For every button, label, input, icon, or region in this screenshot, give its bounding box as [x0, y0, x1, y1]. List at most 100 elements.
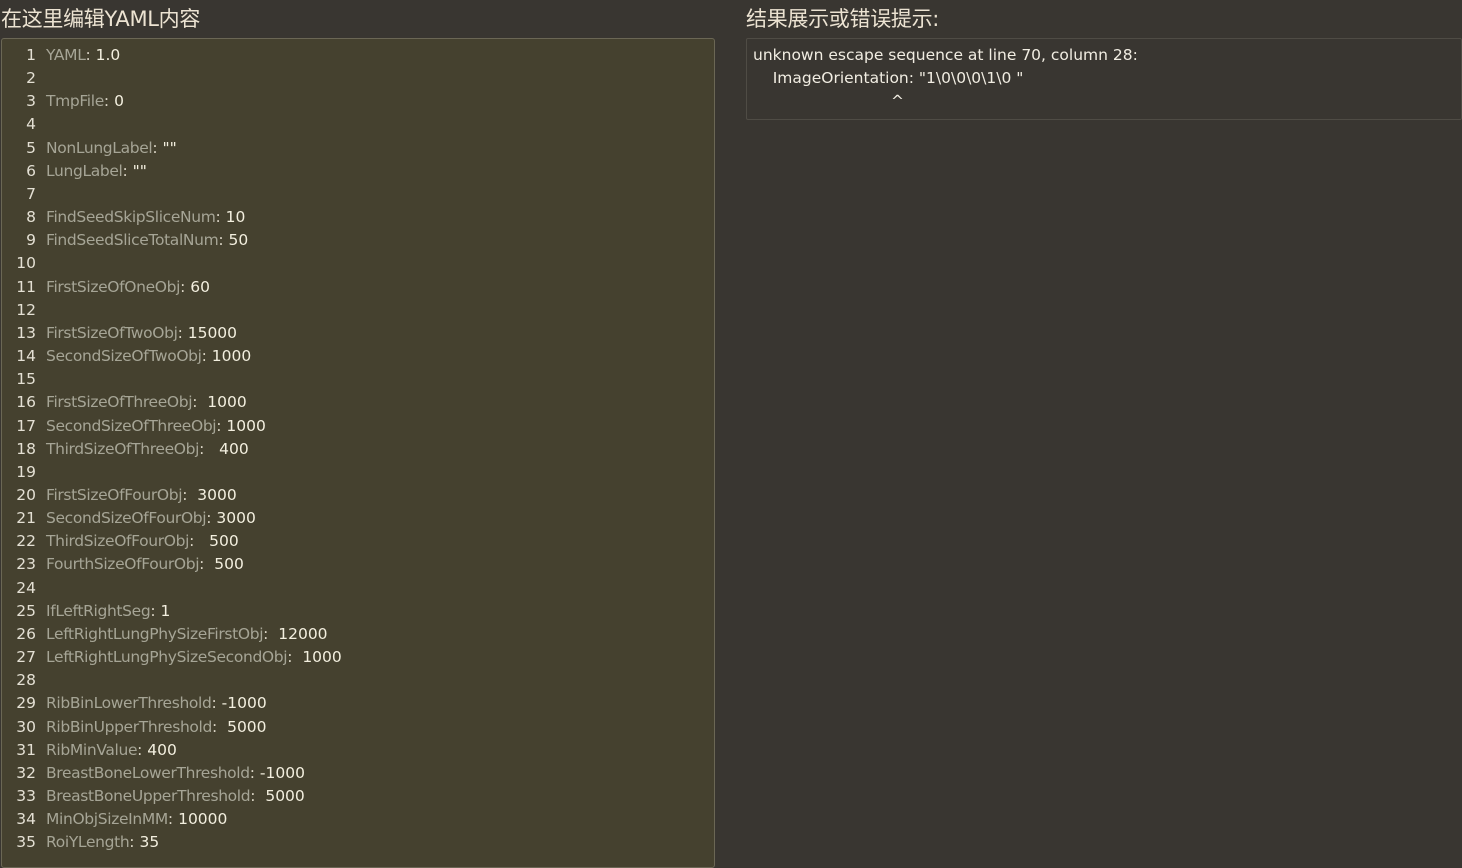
code-line[interactable]: 9 FindSeedSliceTotalNum: 50: [2, 229, 714, 252]
line-content: FirstSizeOfTwoObj: 15000: [46, 322, 237, 345]
line-content: IfLeftRightSeg: 1: [46, 600, 170, 623]
code-line[interactable]: 35 RoiYLength: 35: [2, 831, 714, 854]
code-line[interactable]: 24: [2, 577, 714, 600]
code-line[interactable]: 16 FirstSizeOfThreeObj: 1000: [2, 391, 714, 414]
line-number: 34: [16, 810, 36, 829]
yaml-value: "": [162, 138, 177, 157]
line-content: BreastBoneUpperThreshold: 5000: [46, 785, 305, 808]
code-line[interactable]: 34 MinObjSizeInMM: 10000: [2, 808, 714, 831]
line-number: 14: [16, 347, 36, 366]
code-line[interactable]: 22 ThirdSizeOfFourObj: 500: [2, 530, 714, 553]
code-line[interactable]: 4: [2, 113, 714, 136]
line-content: FirstSizeOfOneObj: 60: [46, 276, 210, 299]
line-number: 25: [16, 601, 36, 620]
code-line[interactable]: 12: [2, 299, 714, 322]
code-line[interactable]: 13 FirstSizeOfTwoObj: 15000: [2, 322, 714, 345]
yaml-key: YAML: [46, 46, 86, 64]
code-line[interactable]: 11 FirstSizeOfOneObj: 60: [2, 276, 714, 299]
yaml-value: 15000: [187, 323, 238, 342]
code-line[interactable]: 26 LeftRightLungPhySizeFirstObj: 12000: [2, 623, 714, 646]
yaml-value: 1000: [302, 648, 342, 667]
code-line[interactable]: 17 SecondSizeOfThreeObj: 1000: [2, 415, 714, 438]
code-line[interactable]: 7: [2, 183, 714, 206]
code-line[interactable]: 33 BreastBoneUpperThreshold: 5000: [2, 785, 714, 808]
yaml-value: 1.0: [95, 46, 121, 64]
yaml-value: 3000: [197, 485, 237, 504]
yaml-value: "": [132, 161, 147, 180]
line-content: FindSeedSkipSliceNum: 10: [46, 206, 245, 229]
yaml-separator: :: [287, 648, 303, 667]
code-line[interactable]: 25 IfLeftRightSeg: 1: [2, 600, 714, 623]
code-line[interactable]: 20 FirstSizeOfFourObj: 3000: [2, 484, 714, 507]
yaml-key: ThirdSizeOfFourObj: [46, 532, 190, 551]
line-number: 10: [16, 254, 36, 273]
yaml-key: ThirdSizeOfThreeObj: [46, 439, 200, 458]
yaml-key: FirstSizeOfThreeObj: [46, 393, 193, 412]
yaml-separator: :: [85, 46, 96, 64]
line-number: 5: [26, 138, 36, 157]
yaml-separator: :: [192, 393, 208, 412]
code-line[interactable]: 10: [2, 252, 714, 275]
code-line[interactable]: 19: [2, 461, 714, 484]
yaml-value: 60: [190, 277, 210, 296]
yaml-key: RibMinValue: [46, 740, 138, 759]
line-number: 30: [16, 717, 36, 736]
code-line[interactable]: 31 RibMinValue: 400: [2, 739, 714, 762]
line-content: SecondSizeOfThreeObj: 1000: [46, 415, 266, 438]
line-number: 1: [26, 46, 36, 64]
code-line[interactable]: 27 LeftRightLungPhySizeSecondObj: 1000: [2, 646, 714, 669]
line-content: RibBinLowerThreshold: -1000: [46, 692, 267, 715]
code-line[interactable]: 15: [2, 368, 714, 391]
code-line[interactable]: 23 FourthSizeOfFourObj: 500: [2, 553, 714, 576]
line-number: 22: [16, 532, 36, 551]
yaml-key: LeftRightLungPhySizeFirstObj: [46, 624, 264, 643]
line-number: 32: [16, 763, 36, 782]
yaml-editor-panel: 在这里编辑YAML内容 1 YAML: 1.0 2 3 TmpFile: 0 4 5 NonL…: [0, 0, 718, 868]
code-line[interactable]: 6 LungLabel: "": [2, 160, 714, 183]
line-number: 20: [16, 485, 36, 504]
yaml-separator: :: [129, 833, 140, 852]
yaml-separator: :: [122, 161, 133, 180]
yaml-key: SecondSizeOfFourObj: [46, 509, 207, 528]
yaml-key: MinObjSizeInMM: [46, 810, 168, 829]
code-line[interactable]: 1 YAML: 1.0: [2, 44, 714, 67]
yaml-separator: :: [137, 740, 148, 759]
code-line[interactable]: 8 FindSeedSkipSliceNum: 10: [2, 206, 714, 229]
line-content: FirstSizeOfThreeObj: 1000: [46, 391, 247, 414]
yaml-value: 5000: [265, 787, 305, 805]
yaml-key: FindSeedSliceTotalNum: [46, 231, 219, 250]
line-content: LeftRightLungPhySizeSecondObj: 1000: [46, 646, 342, 669]
yaml-key: FourthSizeOfFourObj: [46, 555, 200, 574]
line-number: 2: [26, 69, 36, 88]
yaml-separator: :: [250, 787, 266, 805]
yaml-value: 500: [209, 532, 239, 551]
error-message-line: ^: [753, 92, 904, 110]
code-line[interactable]: 32 BreastBoneLowerThreshold: -1000: [2, 762, 714, 785]
error-message-line: ImageOrientation: "1\0\0\0\1\0 ": [753, 69, 1024, 87]
code-line[interactable]: 3 TmpFile: 0: [2, 90, 714, 113]
line-content: RibBinUpperThreshold: 5000: [46, 716, 267, 739]
code-line[interactable]: 30 RibBinUpperThreshold: 5000: [2, 716, 714, 739]
line-number: 7: [26, 184, 36, 203]
code-line[interactable]: 21 SecondSizeOfFourObj: 3000: [2, 507, 714, 530]
code-lines: 1 YAML: 1.0 2 3 TmpFile: 0 4 5 NonLungLabel: ""…: [2, 44, 714, 854]
yaml-value: 0: [114, 92, 124, 111]
code-line[interactable]: 18 ThirdSizeOfThreeObj: 400: [2, 438, 714, 461]
line-number: 16: [16, 393, 36, 412]
yaml-separator: :: [150, 601, 161, 620]
yaml-separator: :: [211, 694, 222, 713]
yaml-value: 1000: [226, 416, 266, 435]
yaml-editor[interactable]: 1 YAML: 1.0 2 3 TmpFile: 0 4 5 NonLungLabel: ""…: [1, 38, 715, 868]
line-number: 27: [16, 648, 36, 667]
yaml-separator: :: [177, 323, 188, 342]
code-line[interactable]: 29 RibBinLowerThreshold: -1000: [2, 692, 714, 715]
code-line[interactable]: 5 NonLungLabel: "": [2, 137, 714, 160]
yaml-key: SecondSizeOfThreeObj: [46, 416, 217, 435]
line-content: YAML: 1.0: [46, 44, 120, 67]
yaml-key: LeftRightLungPhySizeSecondObj: [46, 648, 288, 667]
code-line[interactable]: 28: [2, 669, 714, 692]
code-line[interactable]: 2: [2, 67, 714, 90]
line-content: FirstSizeOfFourObj: 3000: [46, 484, 237, 507]
error-message-line: unknown escape sequence at line 70, colu…: [753, 46, 1138, 64]
code-line[interactable]: 14 SecondSizeOfTwoObj: 1000: [2, 345, 714, 368]
